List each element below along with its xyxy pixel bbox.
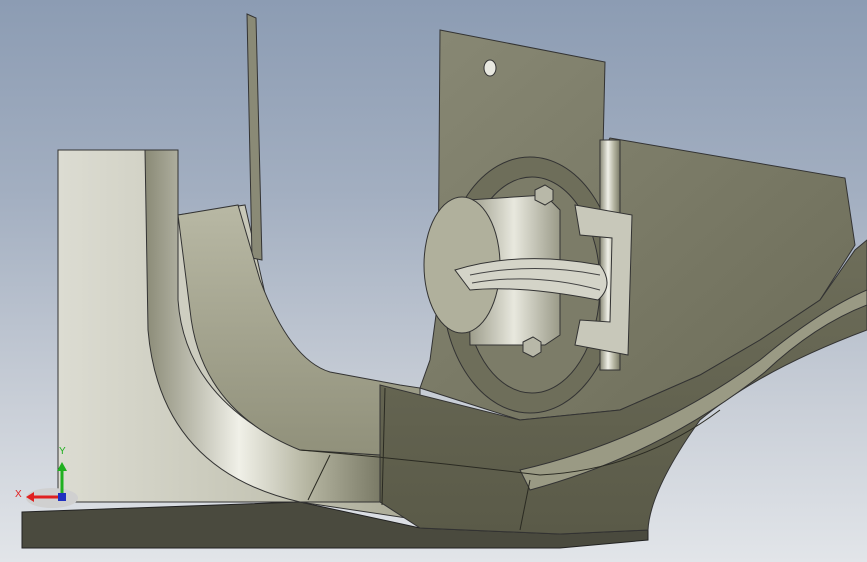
graphics-viewport[interactable]: X Y — [0, 0, 867, 562]
cad-model[interactable]: X Y — [0, 0, 867, 562]
y-axis-label: Y — [59, 446, 66, 457]
x-axis-label: X — [15, 489, 22, 500]
z-axis-marker-icon — [58, 493, 66, 501]
mounting-hole[interactable] — [483, 59, 497, 77]
